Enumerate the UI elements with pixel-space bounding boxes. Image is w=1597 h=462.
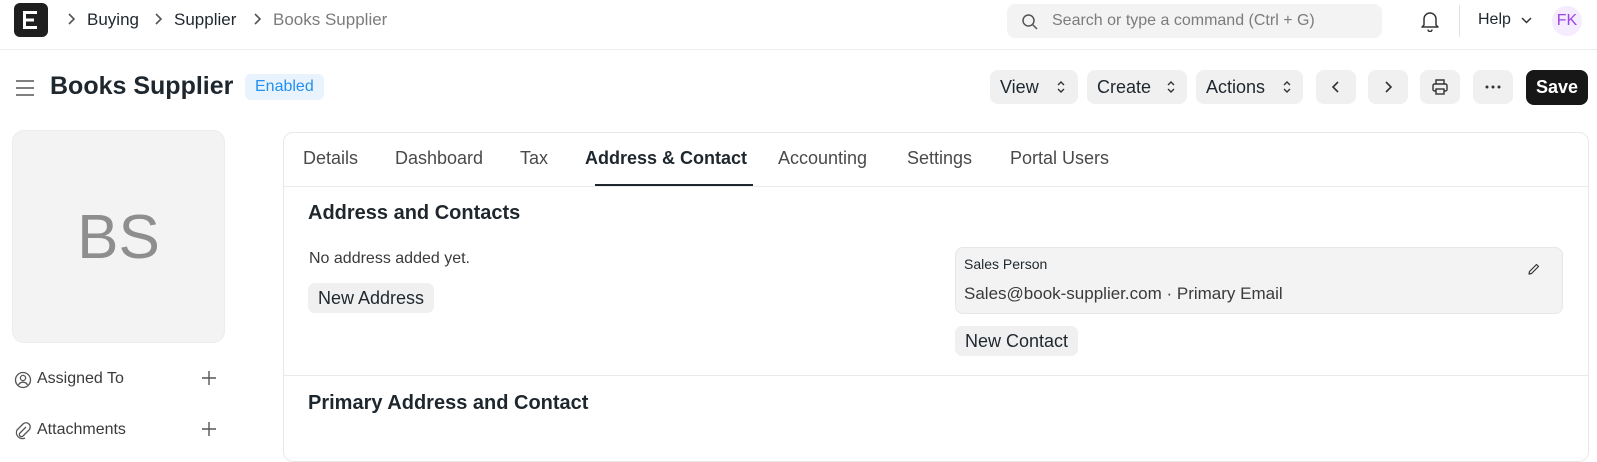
tab-details[interactable]: Details xyxy=(303,148,358,169)
chevron-down-icon[interactable] xyxy=(1521,17,1532,24)
user-avatar[interactable]: FK xyxy=(1552,6,1582,36)
status-badge: Enabled xyxy=(245,74,324,100)
search-input[interactable]: Search or type a command (Ctrl + G) xyxy=(1007,4,1382,38)
breadcrumb-buying[interactable]: Buying xyxy=(87,10,139,30)
select-chevrons-icon xyxy=(1057,81,1065,93)
navbar-divider xyxy=(1459,5,1460,37)
active-tab-indicator xyxy=(595,184,753,186)
breadcrumb-supplier[interactable]: Supplier xyxy=(174,10,236,30)
no-address-text: No address added yet. xyxy=(309,250,470,267)
contact-email: Sales@book-supplier.com · Primary Email xyxy=(964,284,1283,303)
add-attachment-icon[interactable] xyxy=(201,421,217,437)
contact-card: Sales Person Sales@book-supplier.com · P… xyxy=(955,247,1563,314)
printer-icon xyxy=(1432,79,1448,95)
new-address-button[interactable]: New Address xyxy=(308,283,435,313)
tab-address-contact[interactable]: Address & Contact xyxy=(585,148,747,169)
logo-e-icon xyxy=(23,11,37,29)
edit-pencil-icon[interactable] xyxy=(1527,262,1541,276)
record-avatar-initials: BS xyxy=(77,203,160,272)
assigned-to-row: Assigned To xyxy=(14,367,224,393)
view-button-label: View xyxy=(1000,77,1039,97)
assigned-to-label: Assigned To xyxy=(37,370,124,387)
form-tabs: Details Dashboard Tax Address & Contact … xyxy=(284,133,1588,187)
form-card: Details Dashboard Tax Address & Contact … xyxy=(283,132,1589,462)
view-button[interactable]: View xyxy=(990,70,1078,104)
save-button[interactable]: Save xyxy=(1526,70,1588,105)
help-menu[interactable]: Help xyxy=(1478,11,1511,29)
paperclip-icon xyxy=(15,422,31,440)
contact-name: Sales Person xyxy=(964,256,1048,272)
chevron-right-icon xyxy=(68,13,76,25)
print-button[interactable] xyxy=(1420,70,1460,104)
previous-record-button[interactable] xyxy=(1316,70,1356,104)
more-options-button[interactable] xyxy=(1473,70,1513,104)
chevron-right-icon xyxy=(254,13,262,25)
new-contact-button[interactable]: New Contact xyxy=(955,326,1079,356)
section-title-primary-address-contact: Primary Address and Contact xyxy=(308,392,589,414)
record-avatar[interactable]: BS xyxy=(12,130,225,343)
add-assignee-icon[interactable] xyxy=(201,370,217,386)
section-title-address-contacts: Address and Contacts xyxy=(308,202,521,224)
actions-button-label: Actions xyxy=(1206,77,1266,97)
select-chevrons-icon xyxy=(1167,81,1175,93)
breadcrumb-current[interactable]: Books Supplier xyxy=(273,10,387,30)
search-placeholder: Search or type a command (Ctrl + G) xyxy=(1052,12,1315,29)
more-horizontal-icon xyxy=(1485,85,1501,89)
attachments-label: Attachments xyxy=(37,421,126,438)
chevron-left-icon xyxy=(1331,81,1339,93)
select-chevrons-icon xyxy=(1283,81,1291,93)
chevron-right-icon xyxy=(155,13,163,25)
next-record-button[interactable] xyxy=(1368,70,1408,104)
tab-portal-users[interactable]: Portal Users xyxy=(1010,148,1109,169)
search-icon xyxy=(1022,14,1038,30)
user-assign-icon xyxy=(14,371,32,389)
create-button-label: Create xyxy=(1097,77,1152,97)
tab-settings[interactable]: Settings xyxy=(907,148,972,169)
sidebar-toggle-icon[interactable] xyxy=(15,79,35,97)
attachments-row: Attachments xyxy=(14,418,224,444)
actions-button[interactable]: Actions xyxy=(1196,70,1303,104)
chevron-right-icon xyxy=(1385,81,1393,93)
notification-bell-icon[interactable] xyxy=(1420,10,1440,32)
create-button[interactable]: Create xyxy=(1087,70,1187,104)
tab-dashboard[interactable]: Dashboard xyxy=(395,148,483,169)
tab-tax[interactable]: Tax xyxy=(520,148,548,169)
tab-accounting[interactable]: Accounting xyxy=(778,148,867,169)
page-title: Books Supplier xyxy=(50,72,234,100)
app-logo[interactable] xyxy=(14,3,48,37)
top-navbar: Buying Supplier Books Supplier Search or… xyxy=(0,0,1597,50)
section-divider xyxy=(284,375,1588,376)
